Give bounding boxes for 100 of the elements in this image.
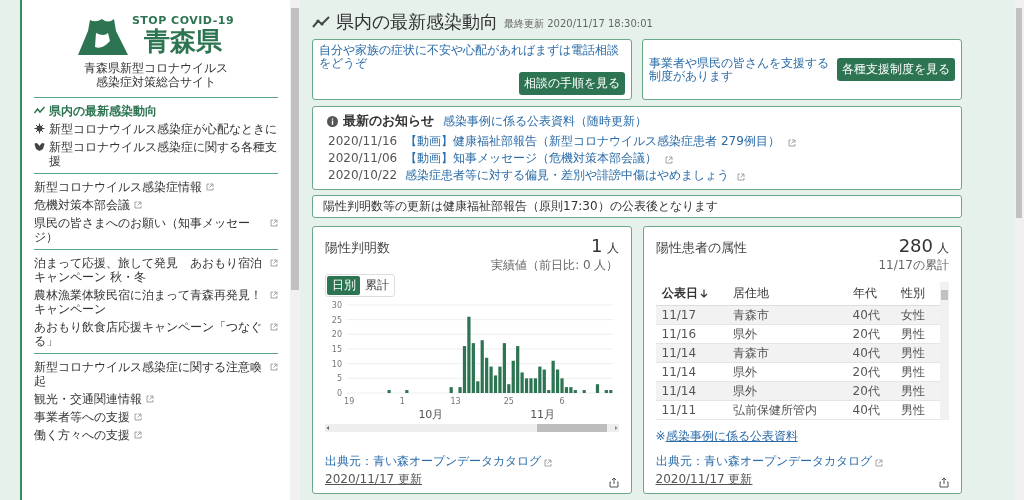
- bar: [387, 390, 391, 393]
- stat-caption: 11/17の累計: [877, 257, 949, 274]
- bar: [449, 387, 453, 393]
- axis-tick-label: 20: [331, 330, 342, 340]
- column-header[interactable]: 年代: [846, 282, 896, 306]
- table-cell: 弘前保健所管内: [727, 400, 847, 420]
- chart-line-icon: [34, 105, 45, 116]
- scrollbar[interactable]: [1014, 0, 1024, 500]
- news-heading: 最新のお知らせ: [343, 112, 434, 130]
- sidebar-item[interactable]: あおもり飲食店応援キャンペーン「つなぐる」: [34, 318, 278, 350]
- sidebar-item[interactable]: 新型コロナウイルス感染症に関する注意喚起: [34, 358, 278, 390]
- axis-tick-label: 30: [331, 301, 342, 310]
- external-link-icon: [737, 173, 746, 181]
- external-link-icon: [544, 459, 552, 467]
- card-title: 陽性患者の属性: [655, 239, 747, 257]
- scrollbar[interactable]: [940, 282, 949, 420]
- sidebar-item[interactable]: 新型コロナウイルス感染症情報: [34, 178, 278, 196]
- column-header[interactable]: 居住地: [727, 282, 847, 306]
- sidebar-item[interactable]: 新型コロナウイルス感染症が心配なときに: [34, 120, 278, 138]
- chart-line-icon: [312, 16, 330, 28]
- scrollbar[interactable]: [290, 0, 300, 500]
- callout-text: 事業者や県民の皆さんを支援する制度があります: [649, 56, 830, 83]
- table-cell: 青森市: [727, 343, 847, 363]
- logo-title: 青森県: [144, 27, 222, 55]
- news-link[interactable]: 感染事例に係る公表資料（随時更新）: [443, 112, 647, 130]
- share-icon: [939, 477, 949, 488]
- horizontal-scrollbar[interactable]: [325, 424, 619, 432]
- bar: [582, 390, 586, 393]
- external-link-icon: [787, 139, 796, 147]
- table-cell: 11/14: [655, 362, 728, 382]
- table-cell: 11/17: [655, 305, 728, 325]
- axis-tick-label: 13: [450, 397, 461, 406]
- callout-button[interactable]: 相談の手順を見る: [519, 72, 625, 95]
- month-label: 11月: [530, 407, 556, 422]
- table-cell: 県外: [727, 324, 847, 344]
- table-cell: 県外: [727, 381, 847, 401]
- hands-icon: [34, 141, 45, 152]
- table-cell: 40代: [846, 343, 896, 363]
- axis-tick-label: 25: [331, 315, 342, 325]
- site-name: 青森県新型コロナウイルス感染症対策総合サイト: [83, 61, 229, 89]
- stat-value: 1: [591, 235, 603, 256]
- callout-text: 自分や家族の症状に不安や心配があればまずは電話相談をどうぞ: [319, 44, 620, 70]
- info-icon: [327, 115, 338, 127]
- sidebar-item[interactable]: 働く方々への支援: [34, 426, 278, 444]
- note-mark: ※: [655, 429, 666, 443]
- source-link[interactable]: 出典元：青い森オープンデータカタログ: [325, 453, 541, 470]
- month-label: 10月: [418, 407, 444, 422]
- sidebar-item[interactable]: 県民の皆さまへのお願い（知事メッセージ）: [34, 214, 278, 246]
- scroll-left-icon: [325, 425, 331, 431]
- news-date: 2020/11/16: [328, 133, 398, 150]
- table-cell: 11/16: [655, 324, 728, 344]
- scroll-right-icon: [612, 425, 619, 431]
- table-cell: 20代: [846, 381, 896, 401]
- toggle-tab[interactable]: 日別: [327, 276, 360, 295]
- table-cell: 11/14: [655, 343, 728, 363]
- news-link[interactable]: 【動画】健康福祉部報告（新型コロナウイルス感染症患者 279例目）: [405, 133, 780, 150]
- virus-icon: [34, 123, 45, 134]
- axis-tick-label: 5: [336, 374, 342, 384]
- news-date: 2020/11/06: [328, 150, 398, 167]
- external-link-icon: [874, 459, 883, 467]
- card-title: 陽性判明数: [325, 239, 390, 257]
- stat-value: 280: [898, 235, 933, 256]
- sidebar-item[interactable]: 観光・交通関連情報: [34, 390, 278, 408]
- stat-unit: 人: [937, 240, 949, 257]
- sidebar-item[interactable]: 県内の最新感染動向: [34, 102, 278, 120]
- update-date: 2020/11/17 更新: [655, 471, 754, 488]
- notice-banner: 陽性判明数等の更新は健康福祉部報告（原則17:30）の公表後となります: [312, 195, 962, 218]
- stat-caption: 実績値（前日比: 0 人）: [490, 257, 619, 274]
- axis-tick-label: 0: [336, 389, 342, 398]
- stat-unit: 人: [606, 240, 619, 257]
- table-cell: 青森市: [727, 305, 847, 325]
- table-cell: 県外: [727, 362, 847, 382]
- column-header[interactable]: 公表日: [655, 282, 728, 306]
- table-cell: 40代: [846, 305, 896, 325]
- external-link-icon: [665, 156, 674, 164]
- sidebar-item[interactable]: 泊まって応援、旅して発見 あおもり宿泊キャンペーン 秋・冬: [34, 254, 278, 286]
- sidebar-item[interactable]: 危機対策本部会議: [34, 196, 278, 214]
- table-cell: 40代: [846, 400, 896, 420]
- sidebar-item[interactable]: 新型コロナウイルス感染症に関する各種支援: [34, 138, 278, 170]
- bar: [595, 384, 600, 393]
- page-title: 県内の最新感染動向: [336, 10, 498, 34]
- logo-tagline: STOP COVID-19: [131, 14, 235, 27]
- bar: [405, 390, 409, 393]
- news-link[interactable]: 【動画】知事メッセージ（危機対策本部会議）: [405, 150, 658, 167]
- table-cell: 11/11: [655, 400, 728, 420]
- news-date: 2020/10/22: [328, 167, 398, 184]
- sidebar-item[interactable]: 農林漁業体験民宿に泊まって青森再発見！キャンペーン: [34, 286, 278, 318]
- last-updated: 最終更新 2020/11/17 18:30:01: [504, 17, 653, 31]
- table-cell: 20代: [846, 324, 896, 344]
- sidebar-item[interactable]: 事業者等への支援: [34, 408, 278, 426]
- axis-tick-label: 1: [399, 397, 405, 406]
- callout-button[interactable]: 各種支援制度を見る: [837, 58, 955, 81]
- update-date: 2020/11/17 更新: [325, 471, 423, 488]
- news-link[interactable]: 感染症患者等に対する偏見・差別や誹謗中傷はやめましょう: [405, 167, 730, 184]
- axis-tick-label: 19: [344, 397, 355, 406]
- note-link[interactable]: 感染事例に係る公表資料: [665, 429, 798, 443]
- mountain-logo-icon: [77, 17, 128, 55]
- source-link[interactable]: 出典元：青い森オープンデータカタログ: [655, 453, 872, 470]
- axis-tick-label: 25: [503, 397, 514, 406]
- axis-tick-label: 10: [331, 359, 342, 369]
